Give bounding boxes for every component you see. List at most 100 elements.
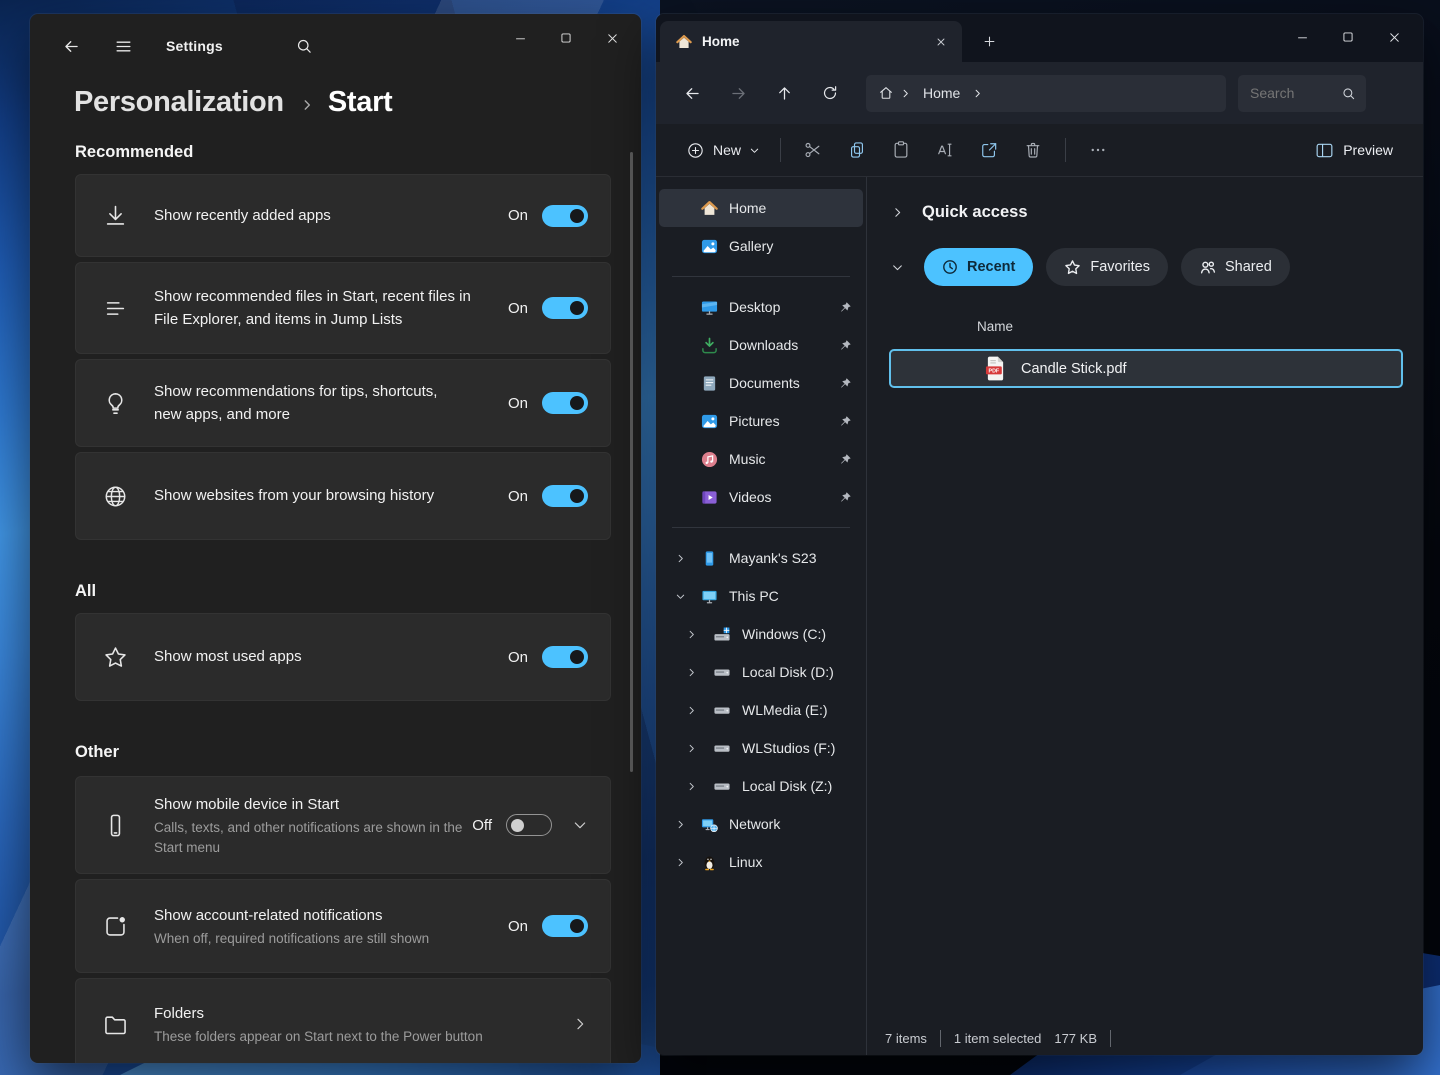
toggle-state-label: On	[507, 394, 528, 412]
close-button[interactable]	[1371, 18, 1417, 56]
expander-chevron-icon[interactable]	[686, 705, 697, 716]
refresh-icon	[823, 86, 837, 100]
sidebar-item-network[interactable]: Network	[659, 805, 863, 843]
chevron-right-icon[interactable]	[891, 206, 904, 219]
explorer-tab-bar: Home	[656, 14, 1423, 62]
toggle-state-label: On	[507, 207, 528, 224]
chevron-down-icon[interactable]	[891, 261, 904, 274]
sidebar-item-this-pc[interactable]: This PC	[659, 577, 863, 615]
downloads-icon	[702, 337, 717, 353]
windows-drive-icon	[714, 627, 730, 641]
sidebar-item-documents[interactable]: Documents	[659, 364, 863, 402]
sidebar-item-local-disk-z[interactable]: Local Disk (Z:)	[659, 767, 863, 805]
selection-count: 1 item selected	[953, 1030, 1042, 1046]
cut-button[interactable]	[791, 132, 835, 168]
minimize-button[interactable]	[497, 20, 543, 56]
setting-subtitle: Calls, texts, and other notifications ar…	[154, 820, 463, 855]
sidebar-item-home[interactable]: Home	[659, 189, 863, 227]
search-icon	[297, 39, 311, 53]
search-input[interactable]	[1250, 85, 1341, 101]
filter-recent[interactable]: Recent	[924, 248, 1034, 286]
back-button[interactable]	[54, 30, 88, 62]
toggle-most-used-apps[interactable]	[542, 646, 588, 668]
sidebar-item-label: Mayank's S23	[729, 550, 817, 566]
close-icon	[607, 33, 617, 43]
expander-chevron-icon[interactable]	[675, 857, 686, 868]
toggle-recommended-files[interactable]	[542, 297, 588, 319]
sidebar-item-videos[interactable]: Videos	[659, 478, 863, 516]
tab-close-button[interactable]	[928, 29, 954, 55]
sidebar-item-downloads[interactable]: Downloads	[659, 326, 863, 364]
chevron-right-icon	[572, 1016, 588, 1032]
close-icon	[1389, 32, 1399, 42]
expander-chevron-icon[interactable]	[686, 781, 697, 792]
paste-button[interactable]	[879, 132, 923, 168]
expander-chevron-icon[interactable]	[675, 553, 686, 564]
filter-label: Recent	[967, 259, 1016, 275]
quick-access-title: Quick access	[922, 203, 1028, 221]
close-button[interactable]	[589, 20, 635, 56]
paste-icon	[894, 141, 908, 158]
trash-icon	[1026, 142, 1040, 158]
setting-row-folders[interactable]: Folders These folders appear on Start ne…	[75, 978, 611, 1063]
tab-home[interactable]: Home	[660, 21, 962, 62]
search-box[interactable]	[1238, 74, 1366, 112]
tab-title: Home	[702, 34, 740, 49]
sidebar-item-pictures[interactable]: Pictures	[659, 402, 863, 440]
nav-up-button[interactable]	[764, 75, 804, 111]
lightbulb-icon	[76, 390, 154, 417]
sidebar-item-gallery[interactable]: Gallery	[659, 227, 863, 265]
chevron-down-icon[interactable]	[572, 817, 588, 833]
address-bar[interactable]: Home	[866, 74, 1226, 112]
settings-scrollbar[interactable]	[630, 152, 633, 772]
preview-button[interactable]: Preview	[1305, 136, 1403, 165]
sidebar-item-windows-c[interactable]: Windows (C:)	[659, 615, 863, 653]
expander-chevron-icon[interactable]	[686, 743, 697, 754]
nav-back-button[interactable]	[672, 75, 712, 111]
toggle-mobile-device[interactable]	[506, 814, 552, 837]
toggle-websites-history[interactable]	[542, 485, 588, 507]
column-header-name[interactable]: Name	[867, 319, 1423, 334]
jump-list-icon	[76, 295, 154, 322]
maximize-button[interactable]	[543, 20, 589, 56]
address-crumb-home[interactable]: Home	[917, 85, 966, 101]
more-options-button[interactable]	[1076, 132, 1120, 168]
expander-chevron-icon[interactable]	[675, 591, 686, 602]
videos-icon	[702, 490, 717, 504]
expander-chevron-icon[interactable]	[686, 629, 697, 640]
sidebar-item-local-disk-d[interactable]: Local Disk (D:)	[659, 653, 863, 691]
phone-icon	[705, 550, 714, 566]
quick-access-header[interactable]: Quick access	[867, 203, 1423, 222]
nav-refresh-button[interactable]	[810, 75, 850, 111]
navigation-menu-button[interactable]	[106, 30, 140, 62]
filter-favorites[interactable]: Favorites	[1046, 248, 1168, 286]
filter-shared[interactable]: Shared	[1181, 248, 1290, 286]
sidebar-item-phone-device[interactable]: Mayank's S23	[659, 539, 863, 577]
rename-button[interactable]	[923, 132, 967, 168]
sidebar-item-wlmedia-e[interactable]: WLMedia (E:)	[659, 691, 863, 729]
back-arrow-icon	[685, 87, 699, 99]
new-button[interactable]: New	[676, 135, 770, 166]
minimize-button[interactable]	[1279, 18, 1325, 56]
toggle-account-notifications[interactable]	[542, 915, 588, 938]
maximize-button[interactable]	[1325, 18, 1371, 56]
nav-forward-button[interactable]	[718, 75, 758, 111]
sidebar-item-linux[interactable]: Linux	[659, 843, 863, 881]
sidebar-item-music[interactable]: Music	[659, 440, 863, 478]
sidebar-item-desktop[interactable]: Desktop	[659, 288, 863, 326]
breadcrumb-personalization[interactable]: Personalization	[74, 86, 284, 119]
copy-button[interactable]	[835, 132, 879, 168]
sidebar-item-label: Downloads	[729, 337, 799, 353]
toggle-recommendations-tips[interactable]	[542, 392, 588, 414]
share-button[interactable]	[967, 132, 1011, 168]
new-tab-button[interactable]	[972, 24, 1006, 58]
settings-search-button[interactable]	[287, 30, 321, 62]
expander-chevron-icon[interactable]	[675, 819, 686, 830]
file-row-selected[interactable]: PDF Candle Stick.pdf	[889, 349, 1403, 388]
expander-chevron-icon[interactable]	[686, 667, 697, 678]
setting-title: Show recommendations for tips, shortcuts…	[154, 382, 438, 423]
toggle-recently-added-apps[interactable]	[542, 204, 588, 227]
sidebar-item-wlstudios-f[interactable]: WLStudios (F:)	[659, 729, 863, 767]
delete-button[interactable]	[1011, 132, 1055, 168]
status-divider	[939, 1029, 941, 1047]
